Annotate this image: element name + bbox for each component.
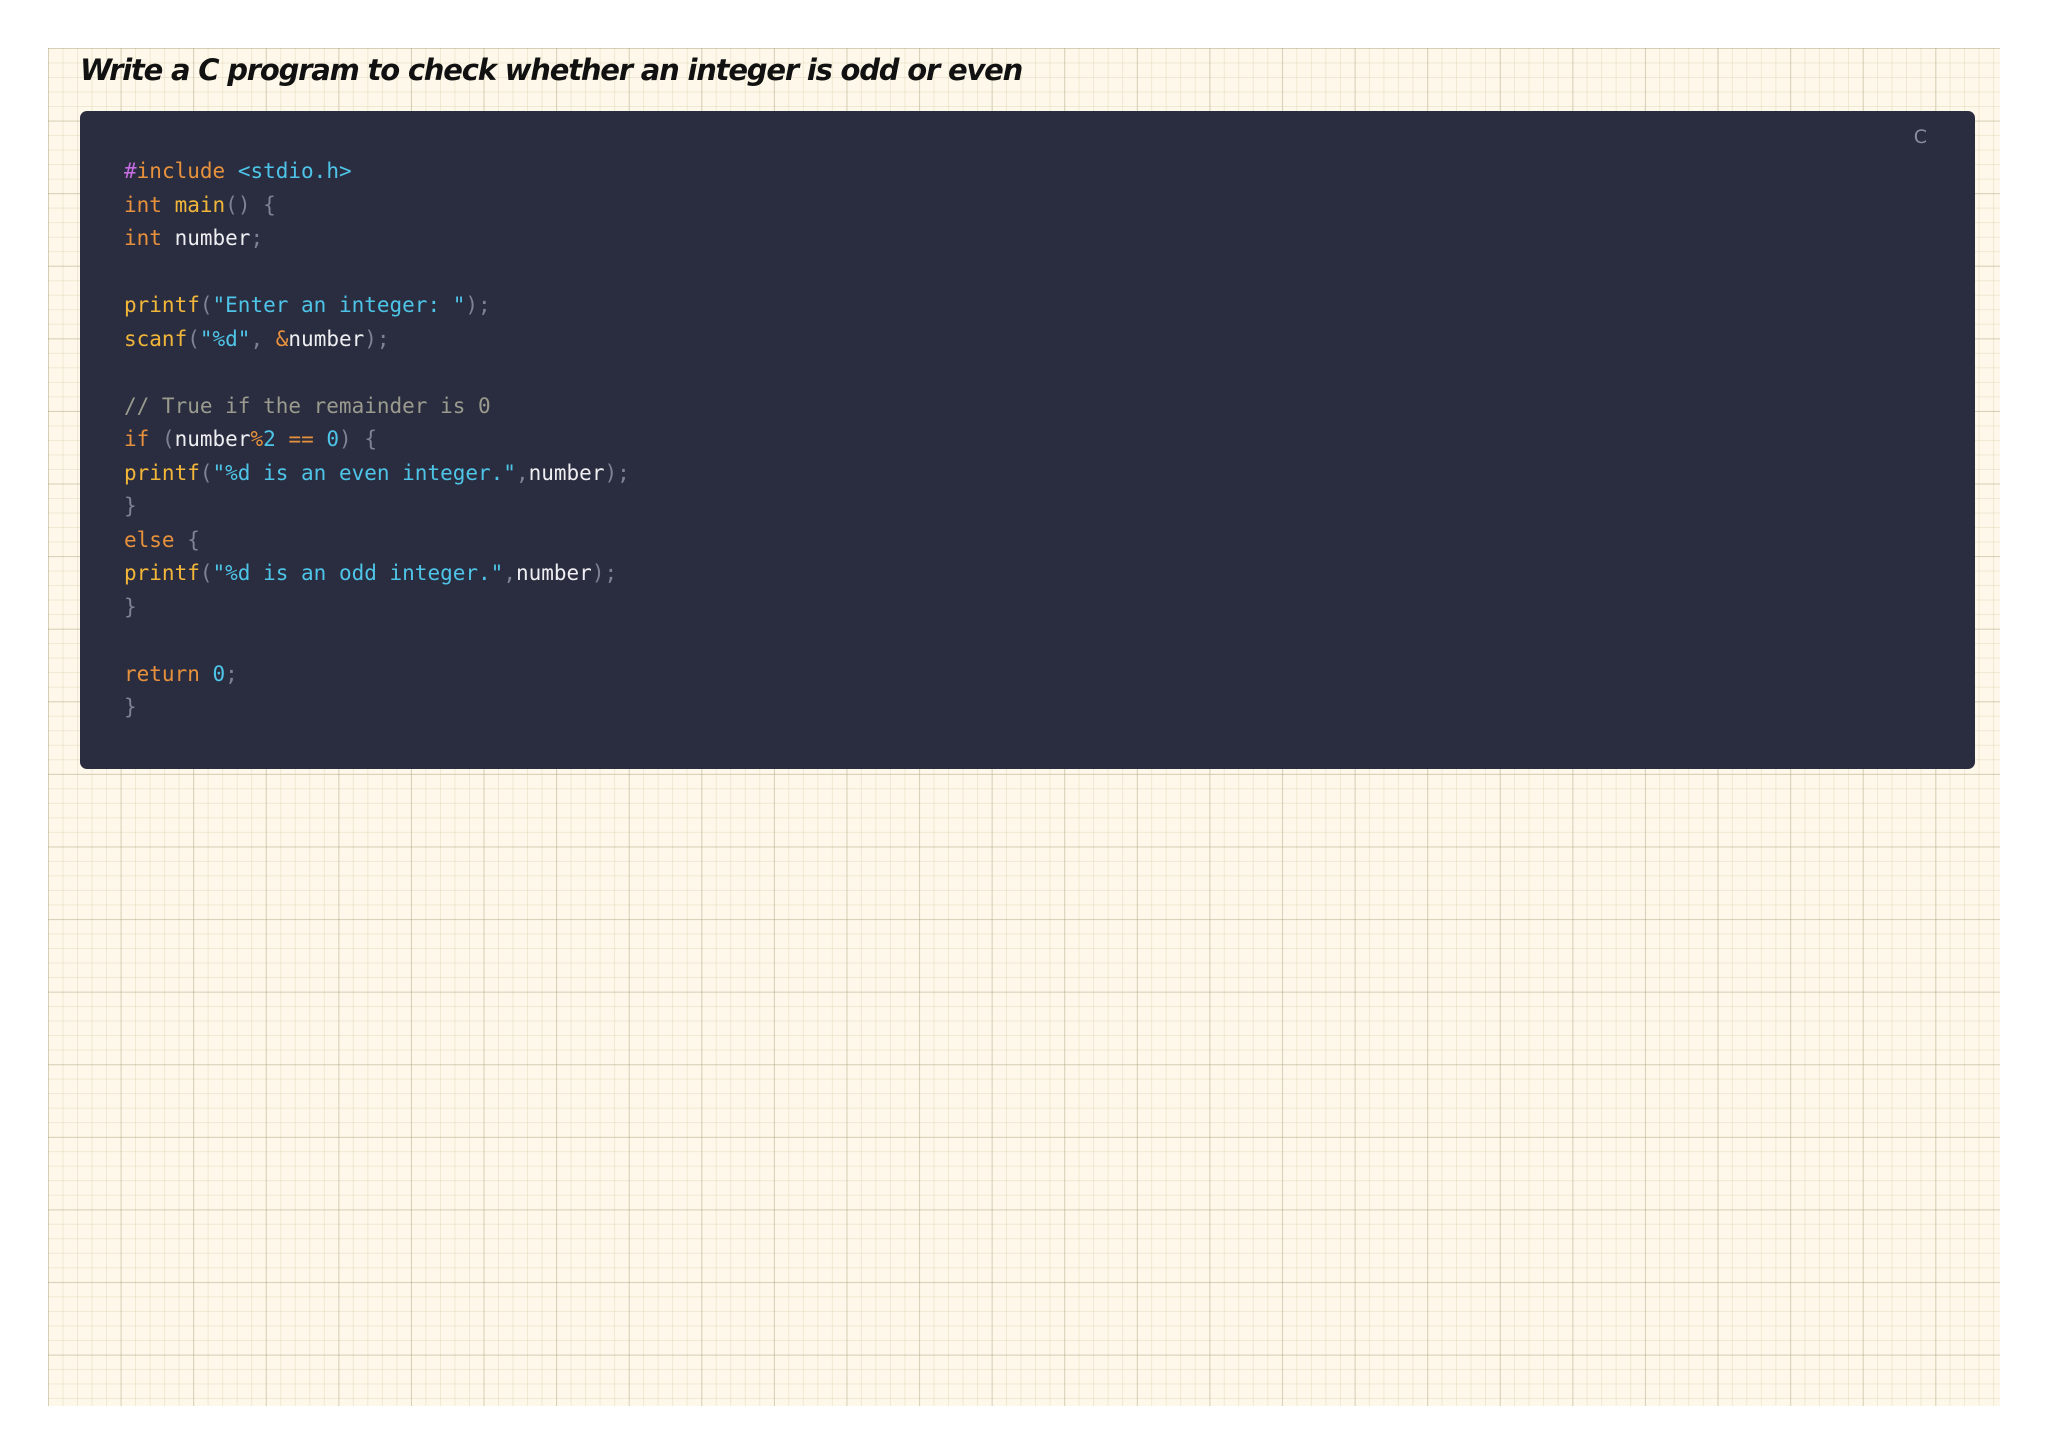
code-language-label: C xyxy=(1913,126,1927,148)
code-token: ( xyxy=(199,460,213,485)
code-token: int xyxy=(124,192,162,217)
code-token: } xyxy=(124,494,137,518)
page-title: Write a C program to check whether an in… xyxy=(80,53,1023,87)
code-line: } xyxy=(124,591,630,625)
code-token: 2 xyxy=(263,427,276,451)
code-line: } xyxy=(124,490,630,524)
code-line: else { xyxy=(124,524,630,558)
code-token: ( xyxy=(187,326,200,351)
code-line: int number; xyxy=(124,222,630,256)
code-line: scanf("%d", &number); xyxy=(124,323,630,357)
code-token: 0 xyxy=(212,661,226,686)
code-token: () { xyxy=(225,192,276,217)
code-token: // True if the remainder is 0 xyxy=(124,393,491,418)
code-token: number xyxy=(161,226,251,250)
code-line: printf("%d is an even integer.",number); xyxy=(124,457,630,491)
code-line: int main() { xyxy=(124,189,630,223)
code-token: == xyxy=(288,427,314,451)
code-token: } xyxy=(124,594,137,619)
code-line: if (number%2 == 0) { xyxy=(124,423,630,457)
code-token: printf xyxy=(124,460,200,485)
code-line: } xyxy=(124,691,630,725)
code-token: # xyxy=(124,159,137,183)
code-line: #include <stdio.h> xyxy=(124,155,630,189)
code-token: else xyxy=(124,527,175,552)
code-line: printf("%d is an odd integer.",number); xyxy=(124,557,630,591)
code-token: number xyxy=(288,326,365,351)
code-token: number xyxy=(515,561,592,585)
code-token: main xyxy=(174,192,226,217)
code-token: ; xyxy=(250,226,264,250)
code-token: printf xyxy=(124,561,200,585)
code-token: ); xyxy=(591,561,618,585)
code-token: int xyxy=(124,226,162,250)
code-token: { xyxy=(187,527,200,552)
code-token: if xyxy=(124,427,150,451)
code-line: printf("Enter an integer: "); xyxy=(124,289,630,323)
code-token: % xyxy=(250,427,264,451)
code-token: , xyxy=(515,460,529,485)
code-token: } xyxy=(124,695,137,719)
code-content: #include <stdio.h> int main() {int number… xyxy=(124,155,630,725)
code-token: ); xyxy=(364,326,390,351)
code-token: , xyxy=(503,561,516,585)
code-line: // True if the remainder is 0 xyxy=(124,390,630,424)
code-token: ); xyxy=(604,460,630,485)
code-token: number xyxy=(174,427,251,451)
code-token: scanf xyxy=(124,326,188,351)
code-token: include xyxy=(136,159,226,183)
code-token: , xyxy=(250,326,276,351)
code-token: "%d is an even integer." xyxy=(212,460,516,485)
code-token: ; xyxy=(225,661,238,686)
code-token: <stdio.h> xyxy=(237,159,352,183)
code-block: C #include <stdio.h> int main() {int numb… xyxy=(80,111,1975,769)
code-token: ( xyxy=(199,293,213,317)
code-token: number xyxy=(528,460,605,485)
code-line: return 0; xyxy=(124,658,630,692)
code-token: 0 xyxy=(326,427,340,451)
code-token: ( xyxy=(161,427,175,451)
code-token: & xyxy=(275,326,289,351)
page: Write a C program to check whether an in… xyxy=(0,0,2048,1448)
code-token: "Enter an integer: " xyxy=(212,293,466,317)
code-token: printf xyxy=(124,293,200,317)
code-token: "%d" xyxy=(199,326,251,351)
code-token: ); xyxy=(465,293,491,317)
code-token: ( xyxy=(199,561,213,585)
code-token: return xyxy=(124,661,200,686)
code-token: "%d is an odd integer." xyxy=(212,561,504,585)
code-token: ) { xyxy=(339,427,377,451)
